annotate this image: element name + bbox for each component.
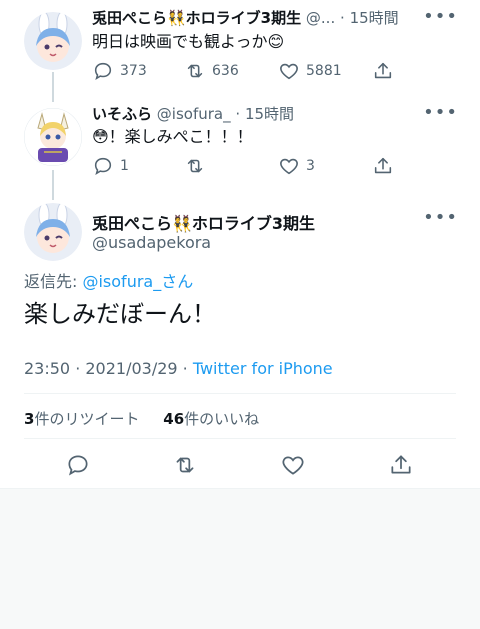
reply-context: 返信先: @isofura_さん	[24, 268, 193, 292]
divider	[24, 393, 456, 394]
share-icon	[391, 455, 411, 474]
avatar[interactable]	[24, 203, 82, 261]
reply-prefix: 返信先:	[24, 272, 83, 291]
tweet-stats: 3件のリツイート 46件のいいね	[24, 408, 259, 429]
like-button[interactable]	[280, 452, 306, 478]
tweet-text: 楽しみだぼーん！	[24, 300, 216, 328]
retweet-stat-label: 件のリツイート	[34, 410, 140, 428]
heart-icon	[282, 456, 304, 475]
timestamp[interactable]: 15時間	[350, 9, 399, 27]
display-name[interactable]: 兎田ぺこら👯ホロライブ3期生	[92, 210, 315, 234]
separator: ·	[340, 9, 345, 27]
share-icon	[374, 62, 392, 79]
timestamp[interactable]: 15時間	[245, 105, 294, 123]
more-icon[interactable]: •••	[423, 207, 458, 228]
thread-line	[52, 170, 54, 200]
tweet-actions: 1 3	[92, 155, 402, 177]
empty-background	[0, 488, 480, 629]
share-button[interactable]	[372, 155, 394, 177]
user-handle[interactable]: @...	[306, 9, 335, 27]
like-stat-count: 46	[163, 410, 185, 428]
more-icon[interactable]: •••	[423, 102, 458, 123]
like-count: 3	[306, 158, 315, 174]
retweet-stat[interactable]: 3件のリツイート	[24, 410, 139, 428]
retweet-icon	[187, 159, 203, 173]
retweet-button[interactable]	[184, 155, 212, 177]
retweet-icon	[176, 457, 194, 473]
avatar[interactable]	[24, 12, 82, 70]
retweet-button[interactable]: 636	[184, 60, 239, 82]
divider	[24, 438, 456, 439]
display-name[interactable]: 兎田ぺこら👯ホロライブ3期生	[92, 9, 301, 27]
like-stat-label: 件のいいね	[184, 410, 260, 428]
tweet-header: 兎田ぺこら👯ホロライブ3期生 @... · 15時間	[92, 8, 399, 28]
heart-icon	[280, 63, 298, 80]
tweet-header: いそふら @isofura_ · 15時間	[92, 104, 294, 124]
source-link[interactable]: Twitter for iPhone	[193, 359, 333, 378]
share-icon	[374, 157, 392, 174]
heart-icon	[280, 158, 298, 175]
timestamp[interactable]: 23:50 · 2021/03/29 ·	[24, 359, 193, 378]
share-button[interactable]	[372, 60, 394, 82]
reply-icon	[94, 62, 112, 80]
reply-count: 1	[120, 158, 129, 174]
avatar[interactable]	[24, 108, 82, 166]
tweet-text: 明日は映画でも観よっか😊	[92, 32, 285, 51]
like-button[interactable]: 5881	[278, 60, 342, 82]
reply-icon	[68, 455, 88, 476]
retweet-stat-count: 3	[24, 410, 35, 428]
separator: ·	[235, 105, 241, 123]
reply-button[interactable]: 1	[92, 155, 129, 177]
reply-count: 373	[120, 63, 147, 79]
user-handle[interactable]: @isofura_	[157, 105, 231, 123]
like-count: 5881	[306, 63, 342, 79]
user-handle[interactable]: @usadapekora	[92, 233, 211, 252]
tweet-actions: 373 636 5881	[92, 60, 402, 82]
retweet-count: 636	[212, 63, 239, 79]
reply-button[interactable]	[65, 452, 91, 478]
share-button[interactable]	[388, 452, 414, 478]
reply-icon	[94, 157, 112, 175]
tweet-meta: 23:50 · 2021/03/29 · Twitter for iPhone	[24, 359, 333, 378]
main-tweet-actions	[0, 452, 480, 478]
retweet-icon	[187, 64, 203, 78]
like-button[interactable]: 3	[278, 155, 315, 177]
retweet-button[interactable]	[172, 452, 198, 478]
thread-line	[52, 72, 54, 102]
reply-button[interactable]: 373	[92, 60, 147, 82]
reply-to-link[interactable]: @isofura_さん	[82, 272, 193, 291]
more-icon[interactable]: •••	[423, 6, 458, 27]
like-stat[interactable]: 46件のいいね	[163, 410, 259, 428]
tweet-text: 😳！楽しみぺこ！！！	[92, 127, 253, 146]
display-name[interactable]: いそふら	[92, 105, 152, 123]
